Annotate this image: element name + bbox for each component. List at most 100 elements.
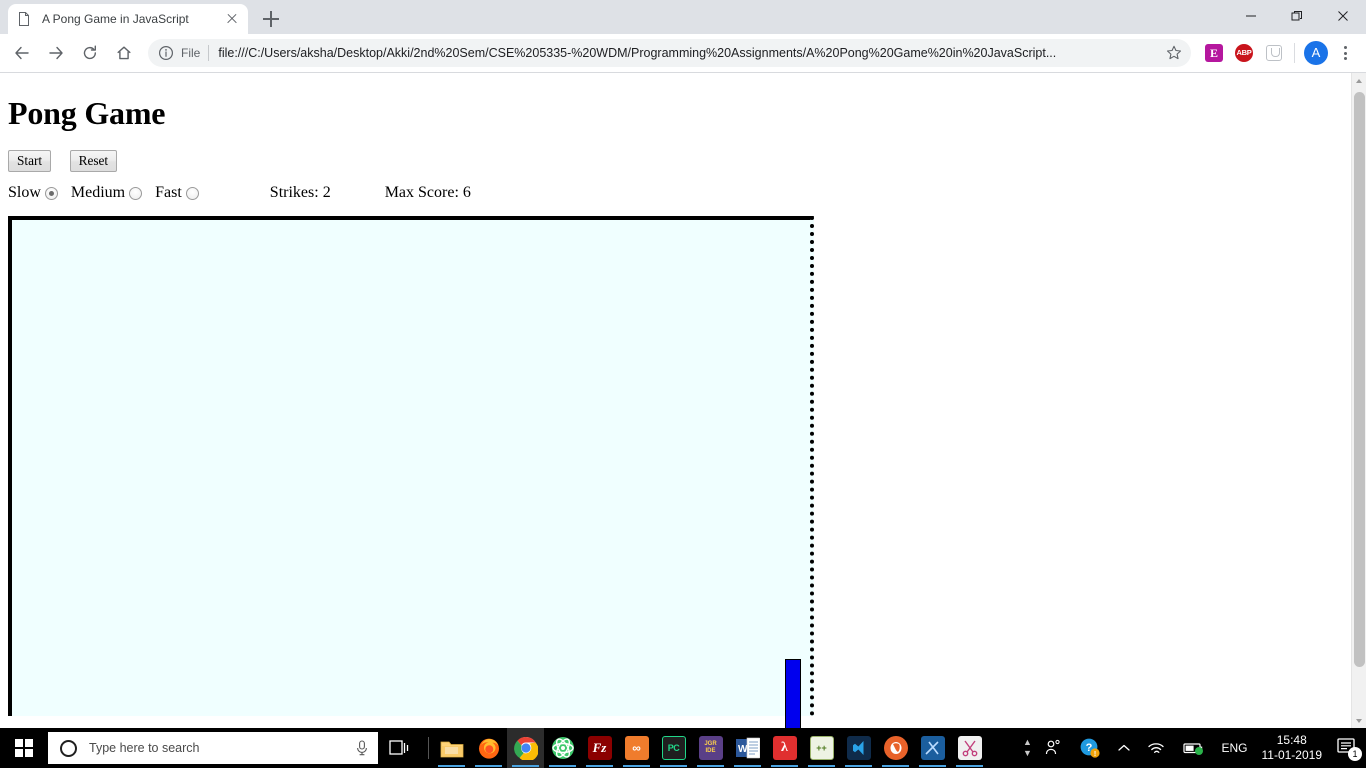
taskbar-search-input[interactable]: Type here to search	[48, 732, 378, 764]
taskbar-app-postgresql[interactable]	[877, 728, 914, 768]
running-indicator	[771, 764, 798, 767]
pycharm-icon: PC	[661, 736, 686, 760]
radio-slow[interactable]	[44, 186, 58, 200]
taskbar-app-dreamweaver[interactable]: ∞	[618, 728, 655, 768]
search-placeholder: Type here to search	[89, 741, 200, 755]
sql-tool-icon	[920, 736, 945, 760]
running-indicator	[882, 764, 909, 767]
help-circle-icon[interactable]: ? !	[1071, 728, 1109, 768]
reload-icon[interactable]	[76, 39, 104, 67]
window-controls	[1228, 0, 1366, 34]
taskbar-app-notepad-plus[interactable]: ++	[803, 728, 840, 768]
taskbar-app-firefox[interactable]	[470, 728, 507, 768]
windows-logo-icon	[15, 739, 33, 757]
svg-text:W: W	[738, 744, 748, 755]
language-label: ENG	[1221, 741, 1248, 755]
pong-game-page: Pong Game Start Reset Slow Medium Fast S…	[0, 73, 1351, 730]
taskbar-app-jgrasp-ide[interactable]: JGR IDE	[692, 728, 729, 768]
notification-icon[interactable]: 1	[1332, 728, 1366, 768]
minimize-icon[interactable]	[1228, 0, 1274, 32]
taskbar-app-sql-developer[interactable]	[914, 728, 951, 768]
back-arrow-icon[interactable]	[8, 39, 36, 67]
notification-count: 1	[1348, 747, 1362, 761]
taskbar-overflow-scroll[interactable]: ▲ ▼	[1019, 728, 1035, 768]
snipping-tool-icon	[957, 736, 982, 760]
dreamweaver-icon: ∞	[624, 736, 649, 760]
language-indicator[interactable]: ENG	[1213, 728, 1255, 768]
postgresql-icon	[883, 736, 908, 760]
forward-arrow-icon[interactable]	[42, 39, 70, 67]
taskbar-app-pycharm[interactable]: PC	[655, 728, 692, 768]
taskbar-app-atom[interactable]	[544, 728, 581, 768]
home-icon[interactable]	[110, 39, 138, 67]
running-indicator	[956, 764, 983, 767]
clock[interactable]: 15:48 11-01-2019	[1256, 733, 1333, 763]
address-bar[interactable]: File file:///C:/Users/aksha/Desktop/Akki…	[148, 39, 1191, 67]
scrollbar-thumb[interactable]	[1354, 92, 1365, 667]
taskbar-app-adobe-acrobat[interactable]: λ	[766, 728, 803, 768]
search-circle-icon	[60, 739, 77, 757]
max-score-status: Max Score: 6	[384, 184, 471, 201]
microphone-icon[interactable]	[354, 739, 370, 757]
running-indicator	[549, 764, 576, 767]
restore-icon[interactable]	[1274, 0, 1320, 32]
start-button-windows[interactable]	[0, 728, 48, 768]
game-controls: Start Reset	[8, 150, 1343, 172]
taskbar-divider	[428, 737, 429, 759]
word-icon: W	[735, 736, 760, 760]
screen: A Pong Game in JavaScript File file:///C…	[0, 0, 1366, 768]
taskbar-app-file-explorer[interactable]	[433, 728, 470, 768]
acrobat-icon: λ	[772, 736, 797, 760]
page-scrollbar[interactable]	[1351, 73, 1366, 730]
task-view-icon[interactable]	[378, 728, 424, 768]
running-indicator	[623, 764, 650, 767]
clock-date: 11-01-2019	[1261, 748, 1323, 762]
running-indicator	[475, 764, 502, 767]
wifi-icon[interactable]	[1139, 728, 1175, 768]
new-tab-button[interactable]	[258, 6, 284, 32]
extension-label: E	[1205, 44, 1223, 62]
paddle[interactable]	[785, 659, 801, 730]
close-icon[interactable]	[1320, 0, 1366, 32]
strikes-status: Strikes: 2	[269, 184, 331, 201]
radio-medium[interactable]	[129, 186, 143, 200]
toolbar-divider	[1294, 43, 1295, 63]
chevron-up-icon[interactable]	[1109, 728, 1139, 768]
running-indicator	[734, 764, 761, 767]
radio-fast[interactable]	[185, 186, 199, 200]
running-indicator	[438, 764, 465, 767]
taskbar-app-filezilla[interactable]: Fz	[581, 728, 618, 768]
info-circle-icon[interactable]	[158, 45, 174, 61]
taskbar-app-vs-code[interactable]	[840, 728, 877, 768]
avatar[interactable]: A	[1304, 41, 1328, 65]
evernote-extension-icon[interactable]: E	[1201, 40, 1227, 66]
tab-a-pong-game-in-javascript[interactable]: A Pong Game in JavaScript	[8, 4, 248, 34]
page-viewport: Pong Game Start Reset Slow Medium Fast S…	[0, 73, 1366, 730]
shield-extension-icon[interactable]	[1261, 40, 1287, 66]
scroll-up-icon[interactable]	[1352, 73, 1366, 90]
reset-button[interactable]: Reset	[69, 150, 118, 172]
people-icon[interactable]	[1035, 728, 1071, 768]
battery-icon[interactable]	[1175, 728, 1213, 768]
tab-title: A Pong Game in JavaScript	[42, 12, 189, 26]
kebab-menu-icon[interactable]	[1332, 40, 1358, 66]
folder-icon	[440, 736, 464, 760]
close-icon[interactable]	[224, 11, 240, 27]
browser-toolbar: File file:///C:/Users/aksha/Desktop/Akki…	[0, 34, 1366, 72]
adblock-plus-extension-icon[interactable]: ABP	[1231, 40, 1257, 66]
taskbar-app-google-chrome[interactable]	[507, 728, 544, 768]
url-text: file:///C:/Users/aksha/Desktop/Akki/2nd%…	[218, 46, 1057, 60]
running-indicator	[586, 764, 613, 767]
firefox-icon	[477, 736, 501, 760]
start-button[interactable]: Start	[8, 150, 52, 172]
atom-icon	[551, 736, 575, 760]
security-label: File	[181, 46, 201, 60]
speed-label-medium: Medium	[70, 184, 126, 201]
running-indicator	[808, 764, 835, 767]
taskbar-app-snipping-tool[interactable]	[951, 728, 988, 768]
star-icon[interactable]	[1161, 40, 1187, 66]
running-indicator	[919, 764, 946, 767]
game-board[interactable]	[8, 216, 814, 730]
vscode-icon	[846, 736, 871, 760]
taskbar-app-microsoft-word[interactable]: W	[729, 728, 766, 768]
